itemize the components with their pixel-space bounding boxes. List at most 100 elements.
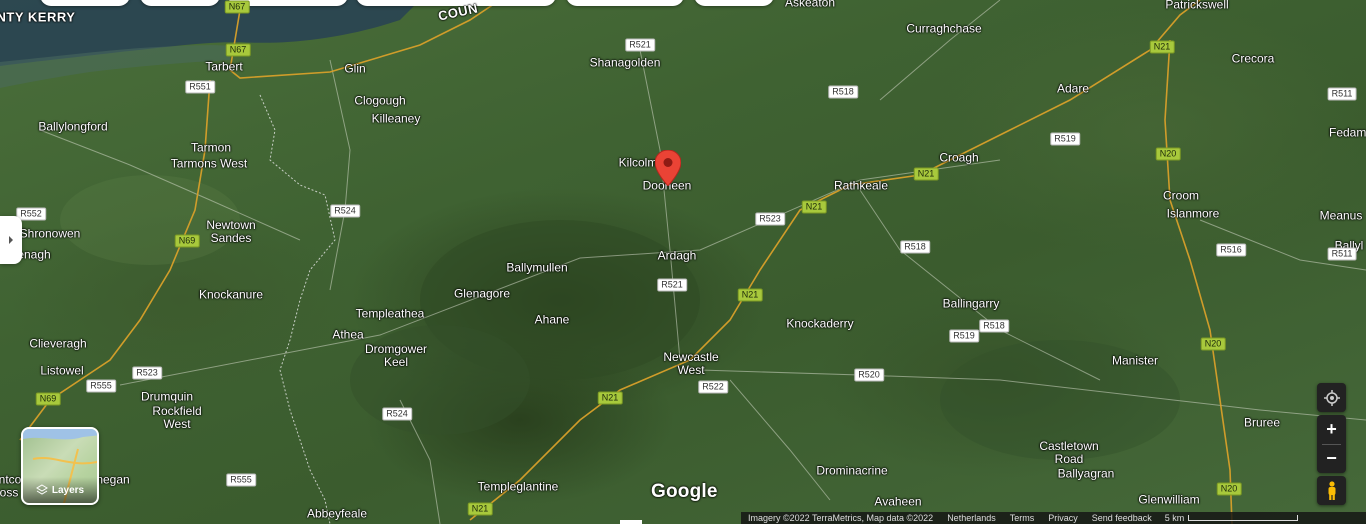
road-shield: N21 [913,167,939,181]
road-shield: R521 [657,278,687,292]
map-data-attribution: Imagery ©2022 TerraMetrics, Map data ©20… [748,513,934,523]
place-label: Ballyagran [1057,466,1115,481]
place-label: Avaheen [874,494,922,509]
zoom-divider [1322,444,1341,445]
road-shield: R524 [330,204,360,218]
place-label: Croagh [939,150,979,165]
place-label: Croom [1162,188,1200,203]
top-chip[interactable] [140,0,220,6]
zoom-controls: + − [1317,415,1346,473]
place-label: Askeaton [784,0,836,10]
attribution-bar: Imagery ©2022 TerraMetrics, Map data ©20… [741,512,1366,524]
terms-link[interactable]: Terms [1003,513,1042,523]
top-chip[interactable] [40,0,130,6]
location-pin-icon[interactable] [655,150,681,186]
privacy-link[interactable]: Privacy [1041,513,1085,523]
scale-bar[interactable]: 5 km [1159,513,1299,523]
road-shield: N20 [1155,147,1181,161]
road-shield: R519 [1050,132,1080,146]
place-label: Crecora [1231,51,1275,66]
place-label: Newcastle West [663,350,719,377]
place-label: Tarmon [190,140,232,155]
my-location-button[interactable] [1317,383,1346,412]
road-shield: R552 [16,207,46,221]
road-shield: R523 [132,366,162,380]
place-label: Bruree [1243,415,1281,430]
street-view-pegman-button[interactable] [1317,476,1346,505]
road-shield: R520 [854,368,884,382]
place-label: Athea [332,327,364,342]
road-shield: N20 [1216,482,1242,496]
road-shield: R521 [625,38,655,52]
place-label: Islanmore [1166,206,1220,221]
place-label: Patrickswell [1165,0,1229,12]
road-shield: R518 [900,240,930,254]
place-label: Ballingarry [942,296,1000,311]
place-label: Templeathea [355,306,425,321]
road-shield: R518 [828,85,858,99]
place-label: Listowel [40,363,84,378]
layers-icon [35,484,48,495]
place-label: enagh [17,247,51,262]
road-shield: N67 [225,43,251,57]
bottom-marker [620,520,642,524]
place-label: negan [96,472,130,487]
place-label: Adare [1056,81,1090,96]
road-shield: R555 [86,379,116,393]
place-label: Curraghchase [906,21,982,36]
place-label: Dromgower Keel [364,342,427,369]
place-label: Tarbert [205,59,243,74]
road-shield: N69 [174,234,200,248]
place-label: Shanagolden [589,55,661,70]
road-shield: N21 [801,200,827,214]
place-label: Kilcolm [618,155,658,170]
place-label: Rathkeale [833,178,889,193]
place-label: Drominacrine [816,463,888,478]
place-label: Ardagh [657,248,697,263]
zoom-out-button[interactable]: − [1317,444,1346,473]
place-label: Clogough [354,93,406,108]
place-label: Templeglantine [477,479,559,494]
place-label: Clieveragh [29,336,87,351]
top-chip[interactable] [694,0,774,6]
side-panel-toggle-button[interactable] [0,216,22,264]
road-shield: N69 [35,392,61,406]
road-shield: N67 [224,0,250,14]
zoom-in-button[interactable]: + [1317,415,1346,444]
place-label: Glin [344,61,366,76]
road-shield: N20 [1200,337,1226,351]
place-label: oss [0,485,19,500]
place-label: Knockanure [198,287,264,302]
place-label: Killeaney [371,111,421,126]
road-shield: R511 [1327,87,1357,101]
google-logo: Google [651,481,718,502]
place-label: Fedamo [1328,125,1366,140]
road-shield: R551 [185,80,215,94]
place-label: Meanus [1319,208,1363,223]
road-shield: N21 [1149,40,1175,54]
crosshair-icon [1323,389,1340,406]
road-shield: R519 [949,329,979,343]
place-label: Castletown Road [1039,439,1099,466]
road-shield: R555 [226,473,256,487]
place-label: Ballymullen [506,260,568,275]
place-label: Glenagore [453,286,511,301]
road-shield: R516 [1216,243,1246,257]
layers-button[interactable]: Layers [21,427,99,505]
layers-label: Layers [51,484,85,496]
road-shield: R518 [979,319,1009,333]
place-label: Glenwilliam [1138,492,1200,507]
layers-caption: Layers [23,477,97,503]
road-shield: N21 [597,391,623,405]
region-link[interactable]: Netherlands [940,513,1003,523]
scale-label: 5 km [1164,513,1185,523]
road-shield: N21 [737,288,763,302]
satellite-map[interactable]: NTY KERRY COUN Askeaton Patrickswell Cur… [0,0,1366,524]
chevron-right-icon [9,236,13,244]
top-chip[interactable] [566,0,684,6]
scale-line [1188,515,1299,521]
road-shield: R524 [382,407,412,421]
send-feedback-link[interactable]: Send feedback [1085,513,1159,523]
place-label: Rockfield West [152,404,202,431]
road-shield: R523 [755,212,785,226]
